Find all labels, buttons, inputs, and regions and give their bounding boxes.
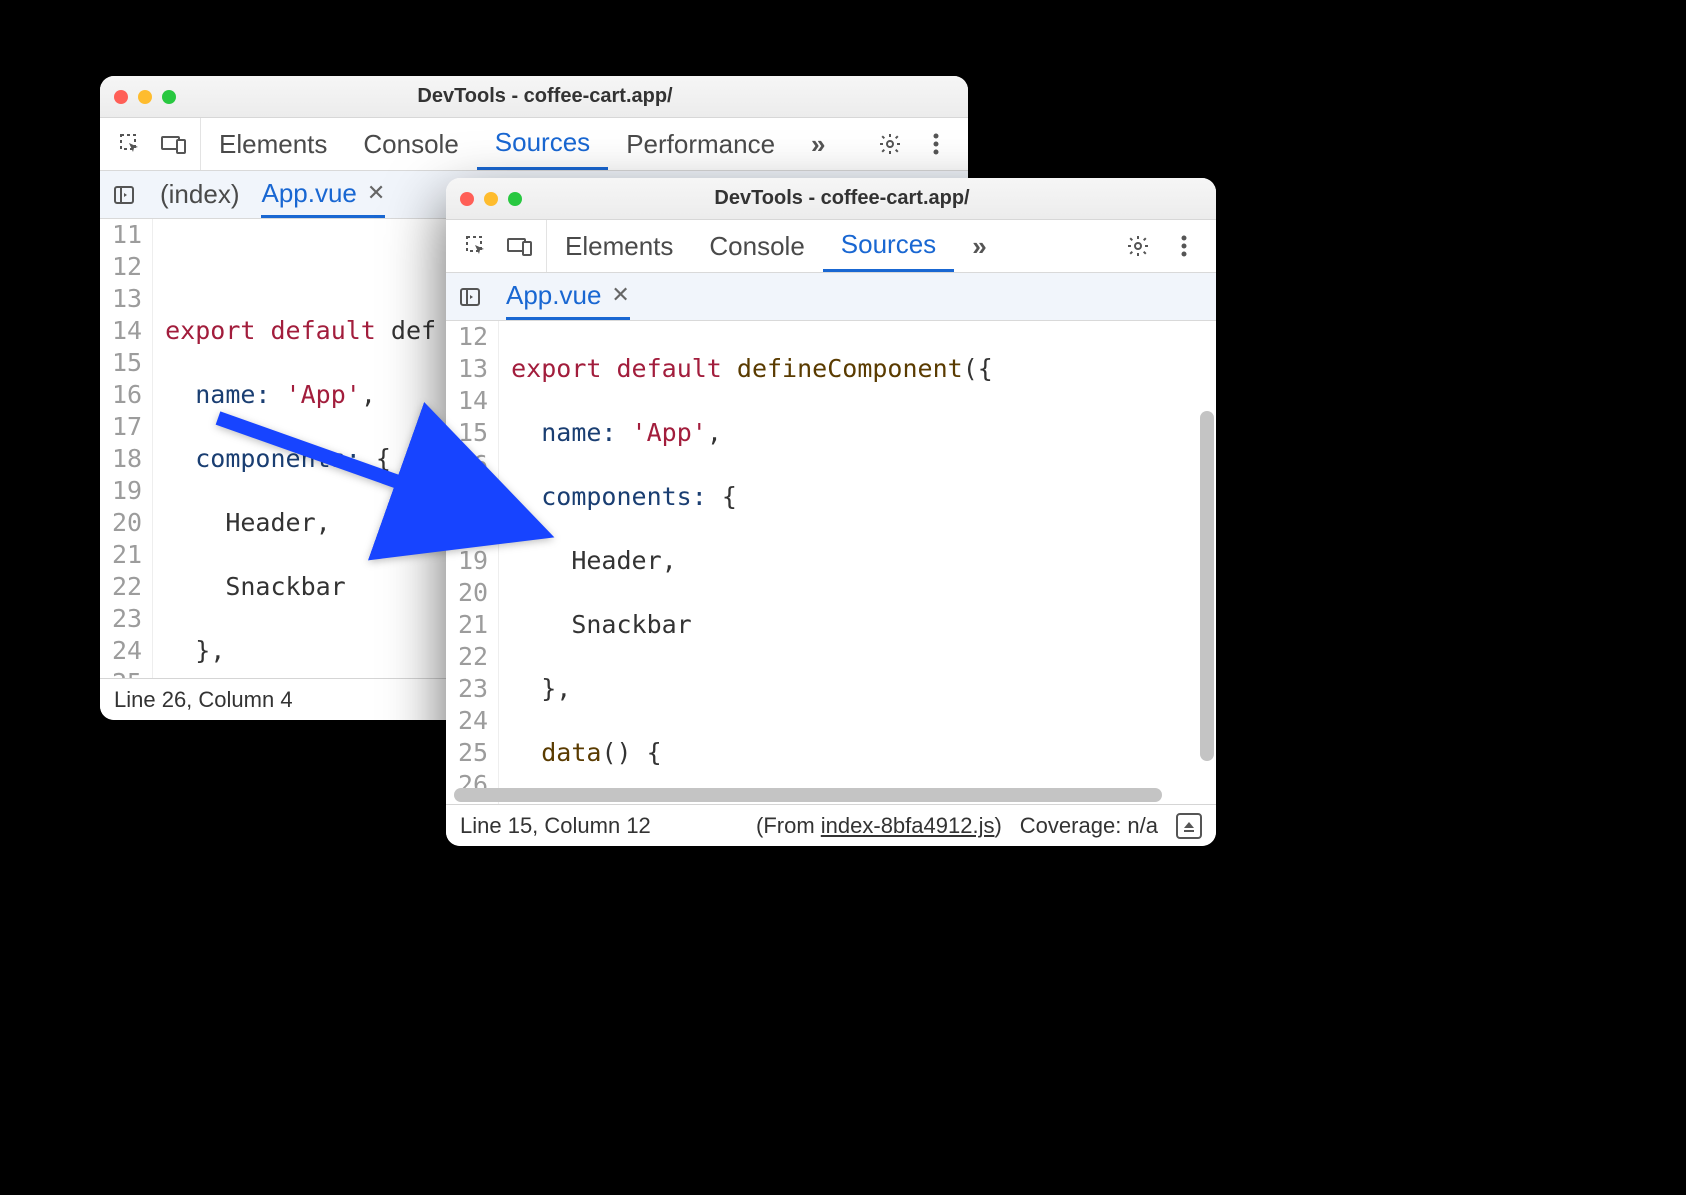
tab-elements[interactable]: Elements	[201, 118, 345, 170]
line-gutter: 12 13 14 15 16 17 18 19 20 21 22 23 24 2…	[446, 321, 499, 804]
sourcemap-link[interactable]: index-8bfa4912.js	[821, 813, 995, 838]
line-gutter: 11 12 13 14 15 16 17 18 19 20 21 22 23 2…	[100, 219, 153, 678]
line-number: 11	[112, 219, 142, 251]
minimize-dot-icon[interactable]	[138, 90, 152, 104]
code-editor[interactable]: 12 13 14 15 16 17 18 19 20 21 22 23 24 2…	[446, 321, 1216, 804]
kebab-icon[interactable]	[922, 130, 950, 158]
zoom-dot-icon[interactable]	[162, 90, 176, 104]
line-number: 19	[112, 475, 142, 507]
file-tabs-row: App.vue ✕	[446, 273, 1216, 321]
window-titlebar[interactable]: DevTools - coffee-cart.app/	[100, 76, 968, 118]
kebab-icon[interactable]	[1170, 232, 1198, 260]
file-tab-appvue[interactable]: App.vue ✕	[261, 171, 385, 218]
line-number: 14	[112, 315, 142, 347]
line-number: 15	[112, 347, 142, 379]
zoom-dot-icon[interactable]	[508, 192, 522, 206]
tab-console[interactable]: Console	[691, 220, 822, 272]
coverage-label: Coverage: n/a	[1020, 813, 1158, 839]
device-toggle-icon[interactable]	[160, 130, 188, 158]
tab-performance[interactable]: Performance	[608, 118, 793, 170]
file-tab-label: App.vue	[261, 178, 356, 209]
line-number: 12	[458, 321, 488, 353]
line-number: 20	[458, 577, 488, 609]
line-number: 17	[458, 481, 488, 513]
line-number: 13	[112, 283, 142, 315]
file-tab-label: App.vue	[506, 280, 601, 311]
line-number: 15	[458, 417, 488, 449]
window-title: DevTools - coffee-cart.app/	[522, 187, 1202, 210]
tab-console[interactable]: Console	[345, 118, 476, 170]
line-number: 12	[112, 251, 142, 283]
window-title: DevTools - coffee-cart.app/	[176, 85, 954, 108]
close-icon[interactable]: ✕	[611, 282, 629, 308]
line-number: 22	[112, 571, 142, 603]
line-number: 17	[112, 411, 142, 443]
tab-elements[interactable]: Elements	[547, 220, 691, 272]
sourcemap-from: (From index-8bfa4912.js)	[756, 813, 1002, 839]
file-tab-index[interactable]: (index)	[160, 171, 239, 218]
devtools-window-2: DevTools - coffee-cart.app/ Elements Con…	[446, 178, 1216, 846]
minimize-dot-icon[interactable]	[484, 192, 498, 206]
line-number: 25	[458, 737, 488, 769]
horizontal-scrollbar[interactable]	[454, 788, 1162, 802]
show-navigator-icon[interactable]	[110, 181, 138, 209]
main-toolbar: Elements Console Sources Performance »	[100, 118, 968, 171]
vertical-scrollbar[interactable]	[1200, 411, 1214, 761]
gear-icon[interactable]	[1124, 232, 1152, 260]
eject-icon[interactable]	[1176, 813, 1202, 839]
line-number: 23	[112, 603, 142, 635]
line-number: 21	[458, 609, 488, 641]
inspect-icon[interactable]	[462, 232, 490, 260]
cursor-position: Line 26, Column 4	[114, 687, 293, 713]
line-number: 19	[458, 545, 488, 577]
status-bar: Line 15, Column 12 (From index-8bfa4912.…	[446, 804, 1216, 846]
file-tab-appvue[interactable]: App.vue ✕	[506, 273, 630, 320]
line-number: 20	[112, 507, 142, 539]
line-number: 24	[112, 635, 142, 667]
more-tabs-button[interactable]: »	[793, 118, 843, 170]
line-number: 18	[458, 513, 488, 545]
tab-sources[interactable]: Sources	[823, 220, 954, 272]
line-number: 13	[458, 353, 488, 385]
inspect-icon[interactable]	[116, 130, 144, 158]
line-number: 24	[458, 705, 488, 737]
main-toolbar: Elements Console Sources »	[446, 220, 1216, 273]
close-icon[interactable]: ✕	[367, 180, 385, 206]
line-number: 22	[458, 641, 488, 673]
close-dot-icon[interactable]	[114, 90, 128, 104]
line-number: 16	[112, 379, 142, 411]
close-dot-icon[interactable]	[460, 192, 474, 206]
code-area[interactable]: export default defineComponent({ name: '…	[499, 321, 1216, 804]
line-number: 14	[458, 385, 488, 417]
line-number: 18	[112, 443, 142, 475]
line-number: 21	[112, 539, 142, 571]
tab-sources[interactable]: Sources	[477, 118, 608, 170]
traffic-lights	[460, 192, 522, 206]
line-number: 25	[112, 667, 142, 678]
traffic-lights	[114, 90, 176, 104]
device-toggle-icon[interactable]	[506, 232, 534, 260]
line-number: 16	[458, 449, 488, 481]
gear-icon[interactable]	[876, 130, 904, 158]
cursor-position: Line 15, Column 12	[460, 813, 651, 839]
more-tabs-button[interactable]: »	[954, 220, 1004, 272]
file-tab-label: (index)	[160, 179, 239, 210]
window-titlebar[interactable]: DevTools - coffee-cart.app/	[446, 178, 1216, 220]
line-number: 23	[458, 673, 488, 705]
show-navigator-icon[interactable]	[456, 283, 484, 311]
